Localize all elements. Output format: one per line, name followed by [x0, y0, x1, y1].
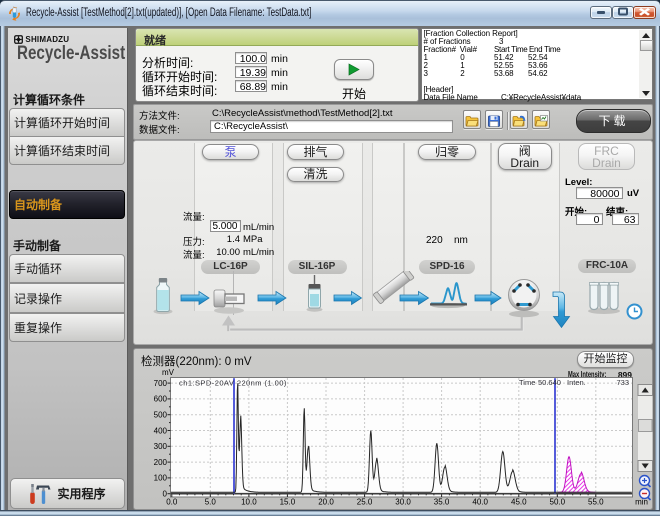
- svg-text:45.0: 45.0: [511, 498, 527, 507]
- svg-text:20.0: 20.0: [318, 498, 334, 507]
- svg-text:40.0: 40.0: [472, 498, 488, 507]
- svg-text:Inten.: Inten.: [567, 378, 586, 387]
- svg-text:200: 200: [154, 458, 168, 467]
- svg-text:Time: Time: [519, 378, 535, 387]
- svg-text:300: 300: [154, 442, 168, 451]
- svg-text:5.0: 5.0: [205, 498, 217, 507]
- svg-text:10.0: 10.0: [241, 498, 257, 507]
- svg-text:mV: mV: [162, 368, 175, 377]
- svg-text:100: 100: [154, 474, 168, 483]
- svg-text:400: 400: [154, 426, 168, 435]
- svg-text:30.0: 30.0: [395, 498, 411, 507]
- svg-text:15.0: 15.0: [280, 498, 296, 507]
- svg-text:733: 733: [616, 378, 629, 387]
- svg-text:55.0: 55.0: [588, 498, 604, 507]
- svg-text:0.0: 0.0: [166, 498, 178, 507]
- svg-text:50.640: 50.640: [538, 378, 561, 387]
- svg-text:25.0: 25.0: [357, 498, 373, 507]
- svg-text:50.0: 50.0: [550, 498, 566, 507]
- svg-text:ch1:SPD-20AV 220nm (1.00): ch1:SPD-20AV 220nm (1.00): [179, 379, 287, 388]
- svg-text:500: 500: [154, 411, 168, 420]
- svg-text:600: 600: [154, 395, 168, 404]
- svg-text:700: 700: [154, 379, 168, 388]
- svg-text:35.0: 35.0: [434, 498, 450, 507]
